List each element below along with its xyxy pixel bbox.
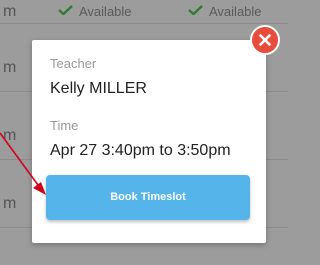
red-annotation-arrow <box>0 132 46 195</box>
